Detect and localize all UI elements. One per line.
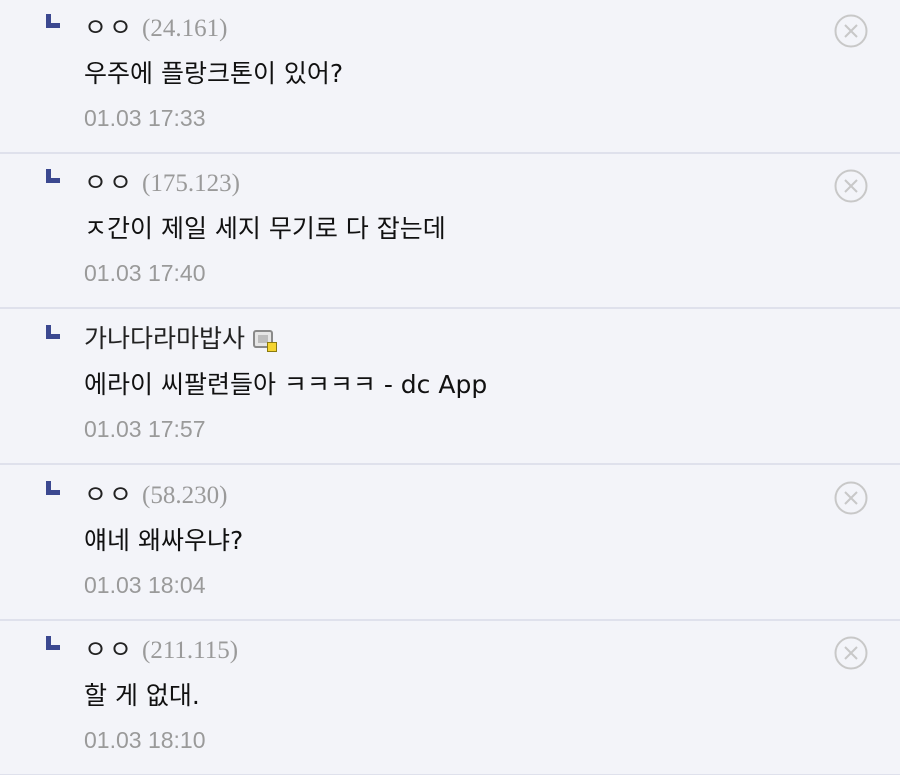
- delete-comment-button[interactable]: [834, 169, 868, 203]
- delete-comment-button[interactable]: [834, 14, 868, 48]
- comment-author[interactable]: 가나다라마밥사: [84, 321, 278, 357]
- author-nickname[interactable]: 가나다라마밥사: [84, 324, 245, 353]
- comment-text: 할 게 없대.: [84, 681, 200, 710]
- delete-comment-button[interactable]: [834, 481, 868, 515]
- close-circle-icon: [834, 636, 868, 670]
- comment-author[interactable]: ㅇㅇ (58.230): [84, 477, 227, 514]
- author-nickname[interactable]: ㅇㅇ: [84, 480, 134, 509]
- comment-date: 01.03 18:10: [84, 727, 206, 753]
- comment-date: 01.03 17:57: [84, 416, 206, 442]
- author-nickname[interactable]: ㅇㅇ: [84, 168, 134, 197]
- comment-author[interactable]: ㅇㅇ (24.161): [84, 10, 227, 47]
- author-ip: (24.161): [142, 15, 228, 42]
- comment-text: 우주에 플랑크톤이 있어?: [84, 59, 344, 88]
- comment-list: ㅇㅇ (24.161) 우주에 플랑크톤이 있어? 01.03 17:33 ㅇㅇ (…: [0, 0, 900, 775]
- author-ip: (211.115): [142, 637, 239, 664]
- reply-arrow-icon: [46, 14, 60, 28]
- gallery-member-icon: [253, 330, 278, 352]
- comment-item: ㅇㅇ (58.230) 얘네 왜싸우냐? 01.03 18:04: [0, 467, 900, 621]
- close-circle-icon: [834, 169, 868, 203]
- author-nickname[interactable]: ㅇㅇ: [84, 635, 134, 664]
- delete-comment-button[interactable]: [834, 636, 868, 670]
- reply-arrow-icon: [46, 636, 60, 650]
- comment-text: 얘네 왜싸우냐?: [84, 526, 244, 555]
- close-circle-icon: [834, 481, 868, 515]
- comment-text: 에라이 씨팔련들아 ㅋㅋㅋㅋ - dc App: [84, 370, 488, 399]
- comment-author[interactable]: ㅇㅇ (211.115): [84, 632, 238, 669]
- reply-arrow-icon: [46, 169, 60, 183]
- author-nickname[interactable]: ㅇㅇ: [84, 13, 134, 42]
- comment-item: ㅇㅇ (211.115) 할 게 없대. 01.03 18:10: [0, 622, 900, 775]
- comment-date: 01.03 17:40: [84, 260, 206, 286]
- reply-arrow-icon: [46, 325, 60, 339]
- author-ip: (58.230): [142, 482, 228, 509]
- comment-item: 가나다라마밥사 에라이 씨팔련들아 ㅋㅋㅋㅋ - dc App 01.03 17…: [0, 311, 900, 465]
- reply-arrow-icon: [46, 481, 60, 495]
- comment-text: ㅈ간이 제일 세지 무기로 다 잡는데: [84, 214, 446, 243]
- comment-item: ㅇㅇ (175.123) ㅈ간이 제일 세지 무기로 다 잡는데 01.03 17…: [0, 155, 900, 309]
- comment-date: 01.03 17:33: [84, 105, 206, 131]
- comment-date: 01.03 18:04: [84, 572, 206, 598]
- author-ip: (175.123): [142, 170, 240, 197]
- comment-author[interactable]: ㅇㅇ (175.123): [84, 165, 240, 202]
- comment-item: ㅇㅇ (24.161) 우주에 플랑크톤이 있어? 01.03 17:33: [0, 0, 900, 154]
- close-circle-icon: [834, 14, 868, 48]
